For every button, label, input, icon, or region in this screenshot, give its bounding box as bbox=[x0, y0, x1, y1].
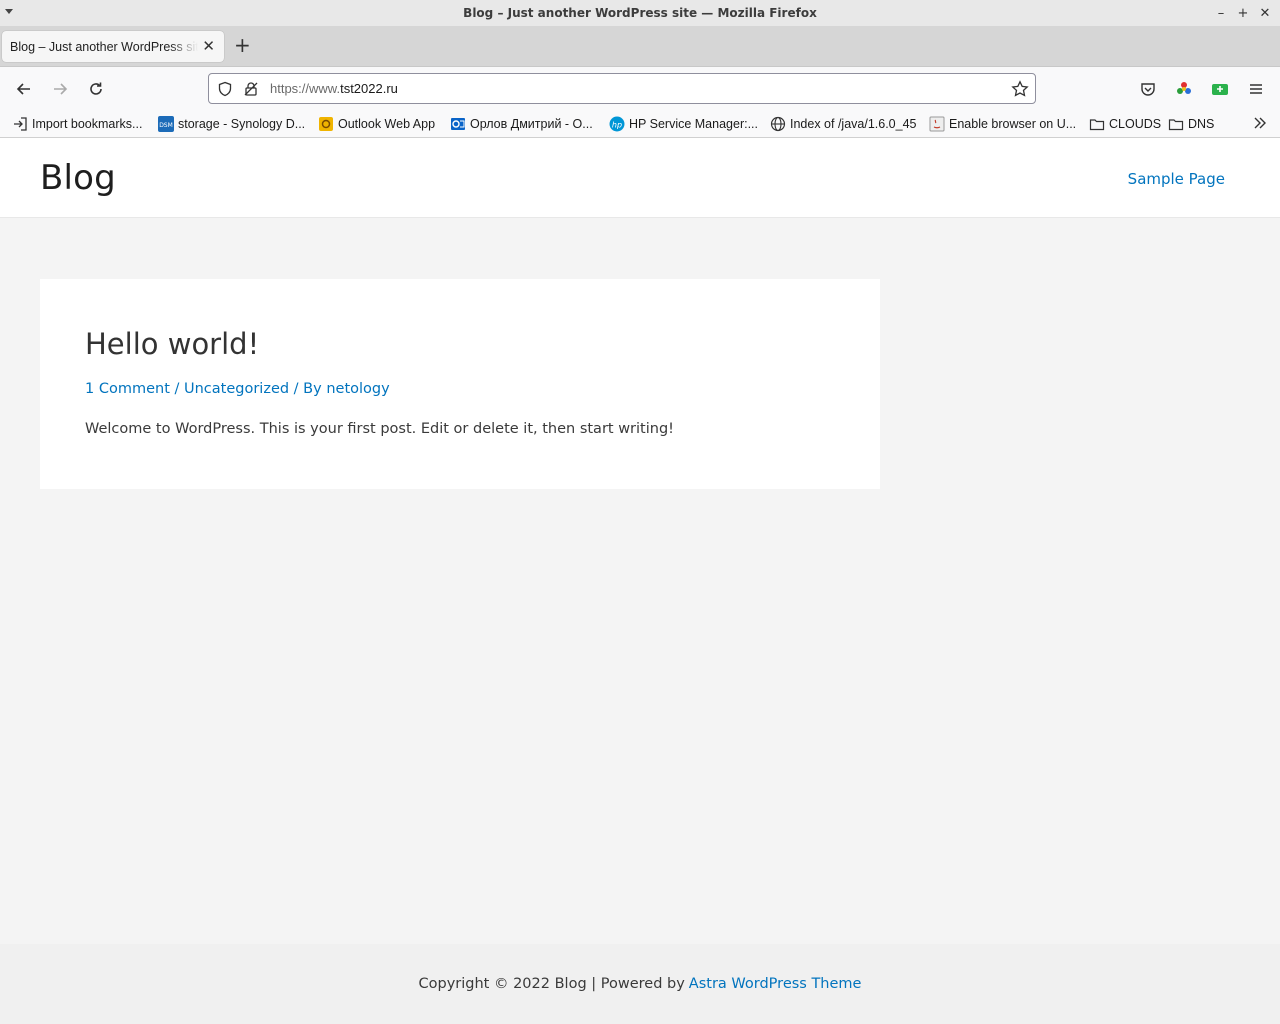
bookmark-label: Index of /java/1.6.0_45 bbox=[790, 117, 917, 131]
url-host: tst2022.ru bbox=[340, 81, 398, 96]
svg-text:hp: hp bbox=[612, 121, 622, 130]
svg-text:DSM: DSM bbox=[159, 122, 173, 129]
site-title[interactable]: Blog bbox=[40, 158, 116, 198]
extension-green-icon[interactable] bbox=[1208, 77, 1232, 101]
window-controls: – + ✕ bbox=[1210, 3, 1276, 23]
outlook-icon bbox=[450, 116, 466, 132]
app-menu-icon[interactable] bbox=[1244, 77, 1268, 101]
window-menu-caret-icon[interactable] bbox=[5, 9, 13, 14]
url-bar[interactable]: https://www.tst2022.ru bbox=[208, 73, 1036, 104]
bookmark-folder-dns[interactable]: DNS bbox=[1168, 114, 1214, 134]
tab-strip: Blog – Just another WordPress site ✕ + bbox=[0, 26, 1280, 66]
tab-close-icon[interactable]: ✕ bbox=[202, 37, 215, 55]
bookmark-label: DNS bbox=[1188, 117, 1215, 131]
close-window-icon[interactable]: ✕ bbox=[1254, 3, 1276, 23]
site-header: Blog Sample Page bbox=[0, 138, 1280, 218]
meta-separator: / bbox=[169, 381, 184, 397]
bookmark-orlov[interactable]: Орлов Дмитрий - О... bbox=[450, 114, 593, 134]
tab-label: Blog – Just another WordPress site bbox=[10, 39, 198, 54]
minimize-icon[interactable]: – bbox=[1210, 3, 1232, 23]
navigation-toolbar: https://www.tst2022.ru bbox=[0, 66, 1280, 110]
globe-icon bbox=[770, 116, 786, 132]
post-meta: 1 Comment / Uncategorized / By netology bbox=[85, 381, 390, 397]
tracking-protection-shield-icon[interactable] bbox=[216, 80, 234, 98]
back-icon[interactable] bbox=[12, 77, 36, 101]
window-titlebar: Blog – Just another WordPress site — Moz… bbox=[0, 0, 1280, 26]
bookmark-synology[interactable]: DSM storage - Synology D... bbox=[158, 114, 305, 134]
folder-icon bbox=[1168, 116, 1184, 132]
owa-icon bbox=[318, 116, 334, 132]
bookmarks-toolbar: Import bookmarks... DSM storage - Synolo… bbox=[0, 110, 1280, 138]
pocket-icon[interactable] bbox=[1136, 77, 1160, 101]
bookmark-import[interactable]: Import bookmarks... bbox=[12, 114, 142, 134]
meta-separator-by: / By bbox=[289, 381, 327, 397]
forward-icon[interactable] bbox=[48, 77, 72, 101]
tab-active[interactable]: Blog – Just another WordPress site ✕ bbox=[2, 31, 224, 62]
footer-theme-link[interactable]: Astra WordPress Theme bbox=[689, 976, 862, 992]
post-excerpt: Welcome to WordPress. This is your first… bbox=[85, 421, 674, 437]
hp-icon: hp bbox=[609, 116, 625, 132]
dsm-icon: DSM bbox=[158, 116, 174, 132]
site-footer: Copyright © 2022 Blog | Powered by Astra… bbox=[0, 944, 1280, 1024]
bookmark-label: Enable browser on U... bbox=[949, 117, 1077, 131]
java-icon bbox=[929, 116, 945, 132]
bookmark-star-icon[interactable] bbox=[1011, 80, 1029, 98]
post-category-link[interactable]: Uncategorized bbox=[184, 381, 289, 397]
bookmarks-overflow-chevron-icon[interactable] bbox=[1252, 115, 1268, 135]
insecure-lock-icon[interactable] bbox=[242, 80, 260, 98]
bookmark-label: Import bookmarks... bbox=[32, 117, 143, 131]
extension-colorful-icon[interactable] bbox=[1172, 77, 1196, 101]
url-scheme: https://www. bbox=[270, 81, 341, 96]
post-card: Hello world! 1 Comment / Uncategorized /… bbox=[40, 279, 880, 489]
bookmark-label: Орлов Дмитрий - О... bbox=[470, 117, 593, 131]
post-comments-link[interactable]: 1 Comment bbox=[85, 381, 170, 397]
new-tab-icon[interactable]: + bbox=[234, 34, 251, 56]
bookmark-outlook-web-app[interactable]: Outlook Web App bbox=[318, 114, 435, 134]
nav-link-sample-page[interactable]: Sample Page bbox=[1128, 170, 1225, 188]
folder-icon bbox=[1089, 116, 1105, 132]
footer-copyright: Copyright © 2022 Blog | Powered by bbox=[418, 976, 685, 992]
bookmark-label: HP Service Manager:... bbox=[629, 117, 758, 131]
bookmark-label: Outlook Web App bbox=[338, 117, 436, 131]
bookmark-enable-browser[interactable]: Enable browser on U... bbox=[929, 114, 1076, 134]
bookmark-hp-service-manager[interactable]: hp HP Service Manager:... bbox=[609, 114, 758, 134]
bookmark-folder-clouds[interactable]: CLOUDS bbox=[1089, 114, 1161, 134]
import-icon bbox=[12, 116, 28, 132]
post-author-link[interactable]: netology bbox=[326, 381, 389, 397]
url-text[interactable]: https://www.tst2022.ru bbox=[270, 81, 398, 96]
bookmark-label: storage - Synology D... bbox=[178, 117, 306, 131]
window-title: Blog – Just another WordPress site — Moz… bbox=[463, 6, 817, 20]
bookmark-label: CLOUDS bbox=[1109, 117, 1162, 131]
reload-icon[interactable] bbox=[84, 77, 108, 101]
post-title[interactable]: Hello world! bbox=[85, 327, 259, 361]
web-page: Blog Sample Page Hello world! 1 Comment … bbox=[0, 138, 1280, 1024]
maximize-icon[interactable]: + bbox=[1232, 3, 1254, 23]
bookmark-index-java[interactable]: Index of /java/1.6.0_45 bbox=[770, 114, 916, 134]
